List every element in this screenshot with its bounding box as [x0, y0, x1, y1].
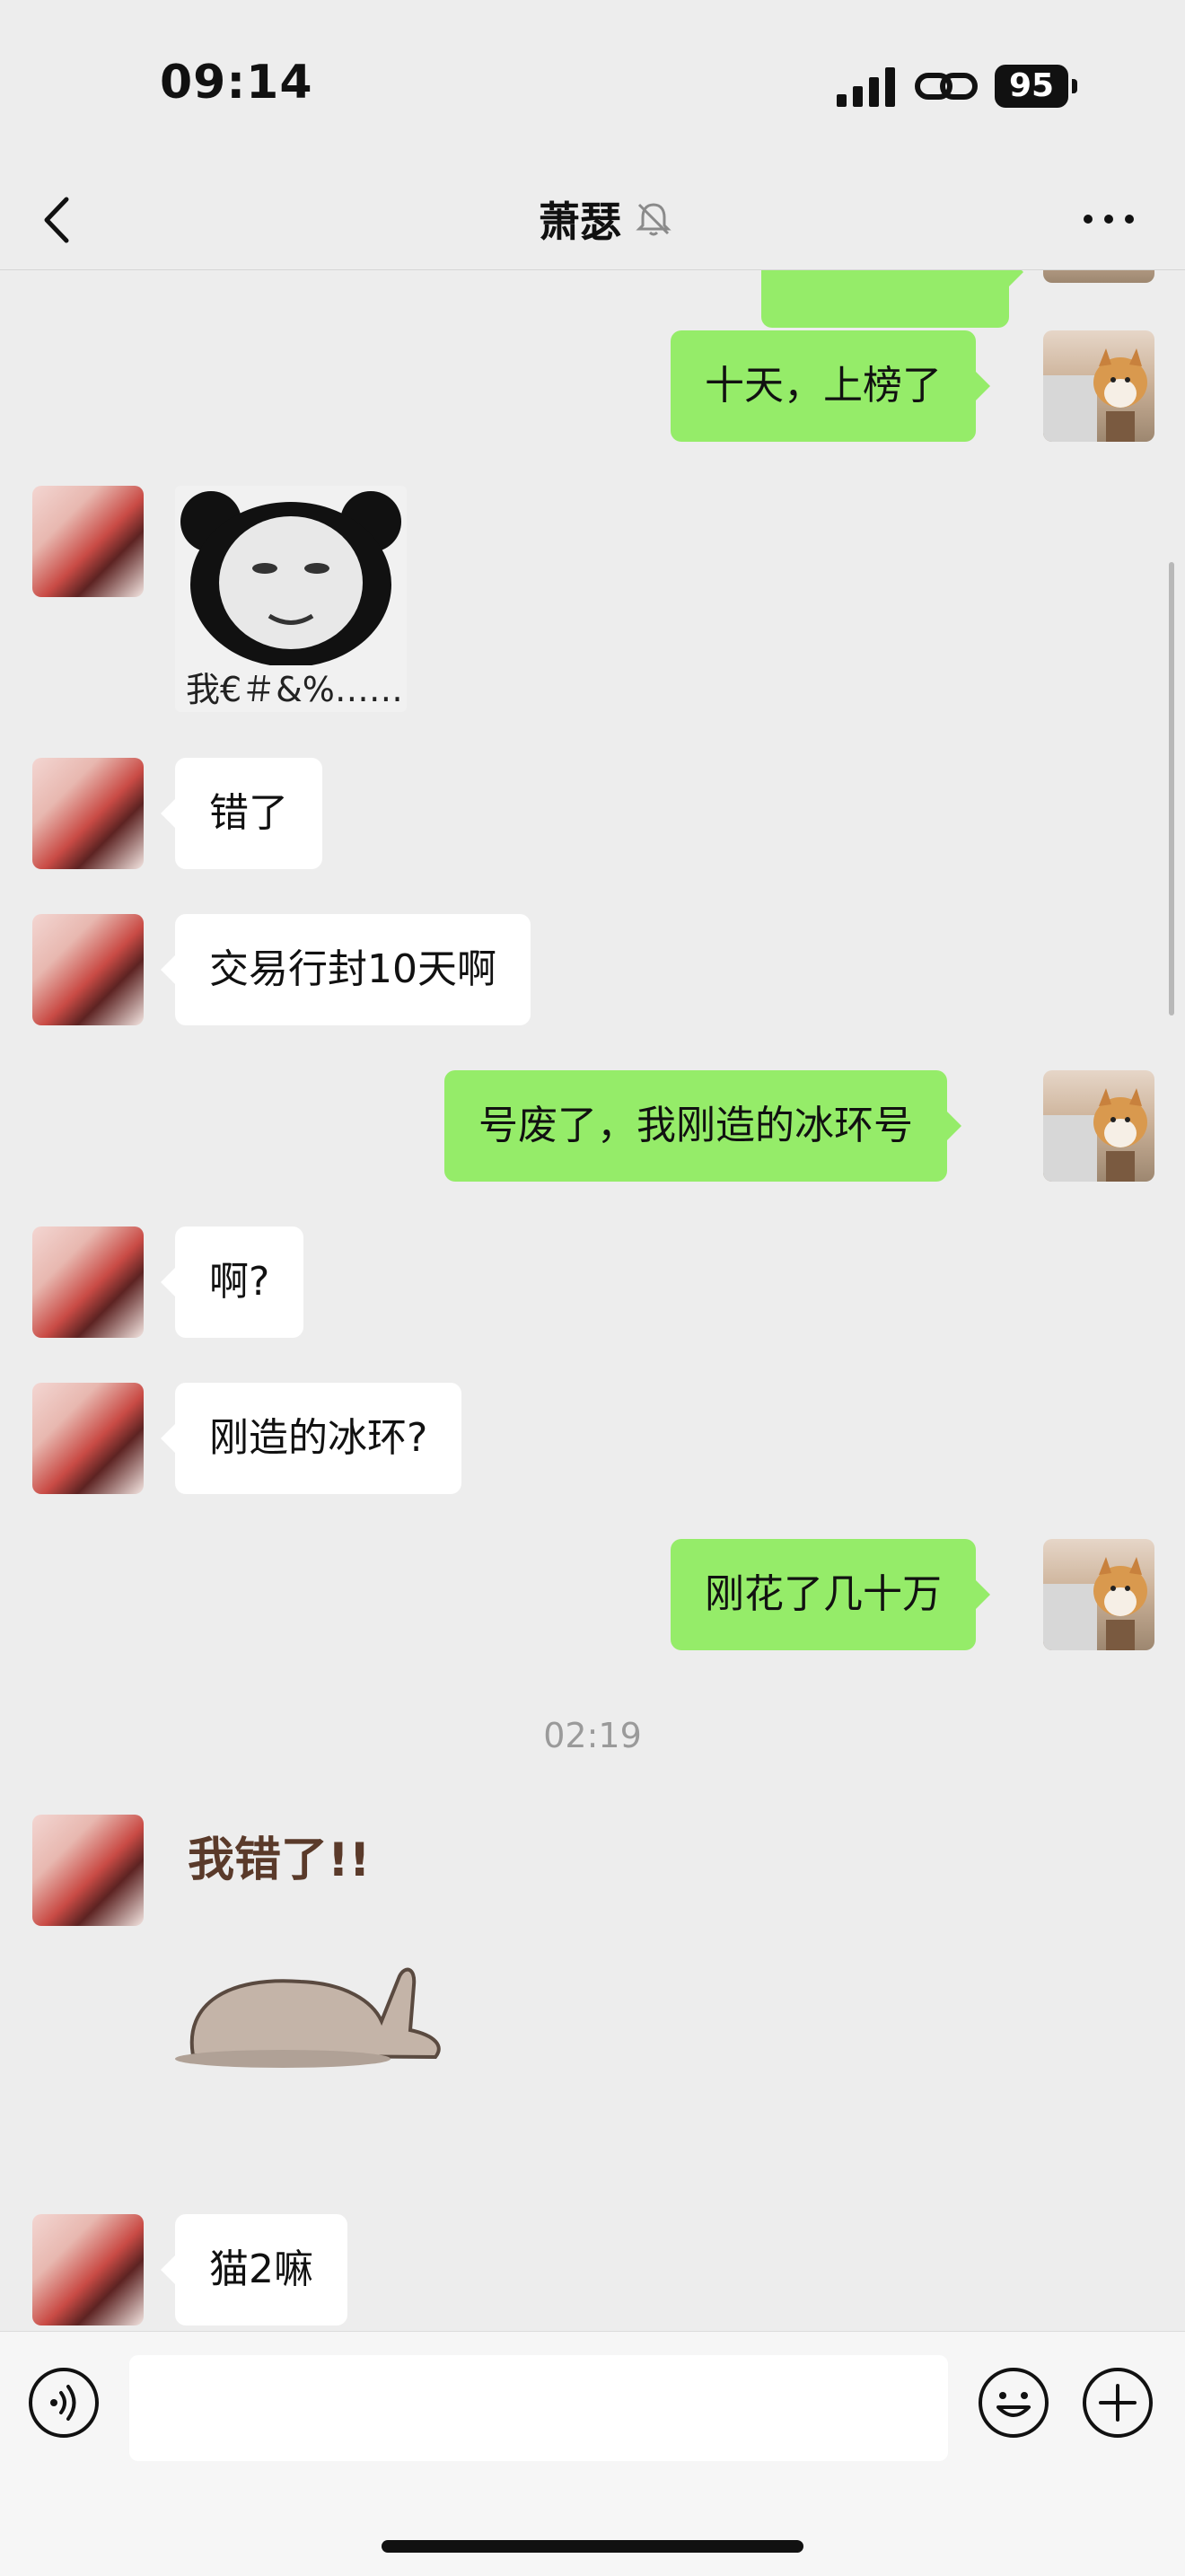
input-bar [0, 2331, 1185, 2576]
message-bubble[interactable]: 号废了，我刚造的冰环号 [444, 1070, 961, 1182]
message-bubble[interactable]: 刚造的冰环? [160, 1383, 462, 1494]
contact-avatar[interactable] [32, 758, 144, 869]
message-bubble[interactable]: 错了 [161, 758, 322, 869]
sticker-caption: 我错了!! [188, 1833, 371, 1887]
message-bubble-partial[interactable] [761, 270, 1023, 328]
message-bubble[interactable]: 刚花了几十万 [671, 1539, 990, 1650]
my-avatar[interactable] [1043, 330, 1154, 442]
message-bubble[interactable]: 猫2嘛 [161, 2214, 347, 2325]
panda-face-icon [180, 491, 401, 667]
voice-icon[interactable] [27, 2366, 101, 2440]
more-icon[interactable] [1077, 201, 1140, 237]
personal-hotspot-icon [915, 73, 978, 100]
battery-level: 95 [995, 65, 1068, 108]
lying-cat-sticker[interactable]: 我错了!! [175, 1815, 471, 2075]
dog-avatar-icon [1043, 348, 1147, 442]
chat-title: 萧瑟 [539, 198, 621, 246]
message-bubble[interactable]: 交易行封10天啊 [161, 914, 531, 1025]
scrollbar[interactable] [1169, 562, 1174, 1015]
sticker-caption: 我€＃&%…… [186, 670, 403, 709]
contact-avatar[interactable] [32, 1815, 144, 1926]
my-avatar[interactable] [1043, 1539, 1154, 1650]
my-avatar[interactable] [1043, 270, 1154, 283]
mute-bell-icon [636, 203, 672, 236]
back-icon[interactable] [36, 189, 81, 251]
status-time: 09:14 [160, 56, 313, 110]
lying-cat-icon [175, 1967, 441, 2068]
dog-avatar-icon [1043, 1088, 1147, 1182]
message-timestamp: 02:19 [543, 1716, 642, 1755]
contact-avatar[interactable] [32, 914, 144, 1025]
contact-avatar[interactable] [32, 1383, 144, 1494]
home-indicator[interactable] [382, 2540, 803, 2553]
message-input[interactable] [129, 2355, 948, 2461]
chat-header: 萧瑟 [0, 171, 1185, 270]
contact-avatar[interactable] [32, 2214, 144, 2325]
message-list[interactable]: 十天，上榜了 我€＃&%…… 错了 交易行封10天啊 号废了，我刚造的冰环号 啊… [0, 270, 1185, 2331]
dog-avatar-icon [1043, 1557, 1147, 1650]
message-bubble[interactable]: 十天，上榜了 [671, 330, 990, 442]
message-bubble[interactable]: 啊? [160, 1226, 304, 1338]
panda-sticker[interactable]: 我€＃&%…… [175, 486, 407, 712]
emoji-icon[interactable] [977, 2366, 1050, 2440]
plus-icon[interactable] [1081, 2366, 1154, 2440]
contact-avatar[interactable] [32, 1226, 144, 1338]
my-avatar[interactable] [1043, 1070, 1154, 1182]
cellular-signal-icon [837, 67, 895, 107]
chat-title-group[interactable]: 萧瑟 [539, 190, 673, 248]
contact-avatar[interactable] [32, 486, 144, 597]
battery-icon: 95 [995, 65, 1077, 108]
status-bar: 09:14 95 [0, 0, 1185, 171]
